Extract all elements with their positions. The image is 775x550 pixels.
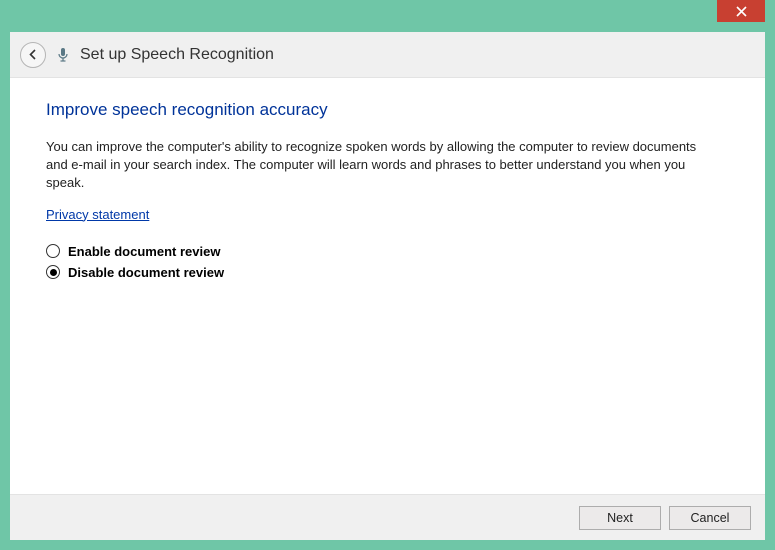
radio-icon [46,265,60,279]
arrow-left-icon [27,48,40,61]
back-button[interactable] [20,42,46,68]
radio-enable-review[interactable]: Enable document review [46,244,729,259]
radio-label: Enable document review [68,244,220,259]
page-description: You can improve the computer's ability t… [46,138,706,193]
microphone-icon [56,46,70,64]
wizard-header: Set up Speech Recognition [10,32,765,78]
wizard-frame: Set up Speech Recognition Improve speech… [10,32,765,540]
window-titlebar [0,0,775,32]
cancel-button[interactable]: Cancel [669,506,751,530]
close-icon [736,6,747,17]
radio-icon [46,244,60,258]
close-button[interactable] [717,0,765,22]
wizard-window: Set up Speech Recognition Improve speech… [0,0,775,550]
wizard-content: Improve speech recognition accuracy You … [24,78,751,494]
radio-label: Disable document review [68,265,224,280]
wizard-footer: Next Cancel [10,494,765,540]
wizard-title: Set up Speech Recognition [80,46,274,64]
page-heading: Improve speech recognition accuracy [46,100,729,120]
radio-disable-review[interactable]: Disable document review [46,265,729,280]
privacy-link[interactable]: Privacy statement [46,207,149,222]
next-button[interactable]: Next [579,506,661,530]
